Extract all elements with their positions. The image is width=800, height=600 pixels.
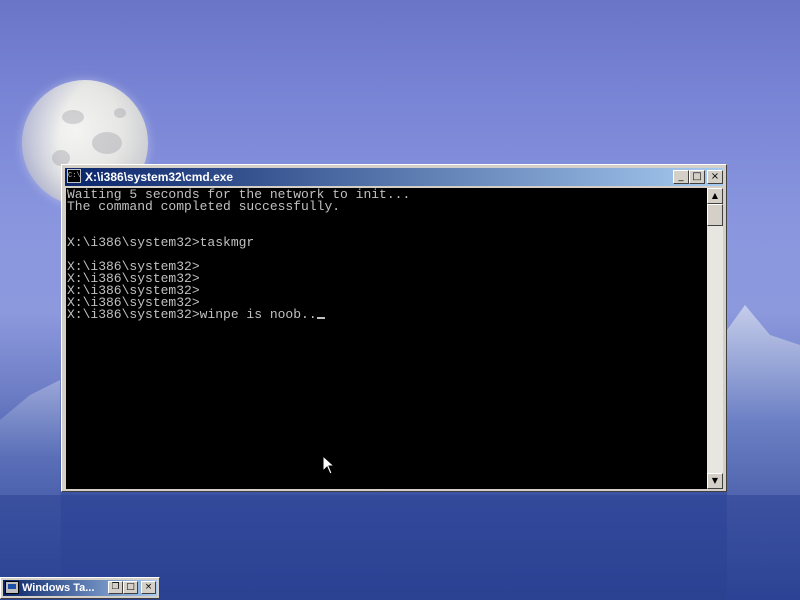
minimized-window-title: Windows Ta... xyxy=(22,582,95,594)
restore-button[interactable]: ❐ xyxy=(108,581,123,594)
close-button[interactable]: × xyxy=(707,170,723,184)
desktop: C:\ X:\i386\system32\cmd.exe _ □ × Waiti… xyxy=(0,0,800,600)
mouse-pointer-icon xyxy=(322,455,336,475)
cmd-window[interactable]: C:\ X:\i386\system32\cmd.exe _ □ × Waiti… xyxy=(61,164,727,492)
console-line: X:\i386\system32>taskmgr xyxy=(67,235,255,250)
maximize-button[interactable]: □ xyxy=(689,170,705,184)
window-title: X:\i386\system32\cmd.exe xyxy=(85,170,234,184)
console-output[interactable]: Waiting 5 seconds for the network to ini… xyxy=(66,188,707,489)
computer-icon xyxy=(5,581,19,594)
scroll-up-button[interactable]: ▲ xyxy=(707,188,723,204)
cmd-icon[interactable]: C:\ xyxy=(67,169,81,183)
console-input-line[interactable]: X:\i386\system32>winpe is noob.. xyxy=(67,307,410,322)
console-line: The command completed successfully. xyxy=(67,199,341,214)
minimized-window[interactable]: Windows Ta... ❐ □ × xyxy=(0,577,160,599)
text-cursor xyxy=(316,317,325,319)
scrollbar-thumb[interactable] xyxy=(707,204,723,226)
minimized-title-bar[interactable]: Windows Ta... ❐ □ × xyxy=(3,580,157,596)
maximize-button[interactable]: □ xyxy=(123,581,138,594)
minimize-button[interactable]: _ xyxy=(673,170,689,184)
vertical-scrollbar[interactable]: ▲ ▼ xyxy=(707,188,723,489)
scroll-down-button[interactable]: ▼ xyxy=(707,473,723,489)
console-input-text: X:\i386\system32>winpe is noob.. xyxy=(67,307,317,322)
title-bar[interactable]: C:\ X:\i386\system32\cmd.exe _ □ × xyxy=(65,168,723,186)
close-button[interactable]: × xyxy=(141,581,156,594)
